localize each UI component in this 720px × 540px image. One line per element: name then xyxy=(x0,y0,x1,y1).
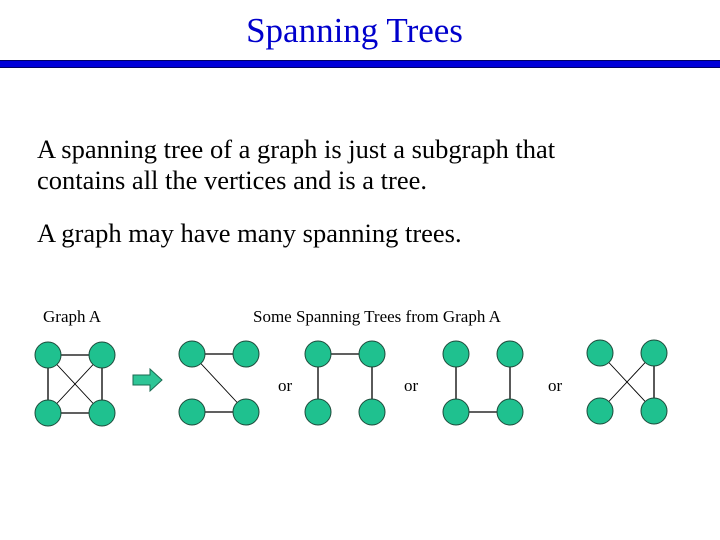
spanning-tree-3-node-top-right xyxy=(496,340,524,368)
spanning-tree-2-node-bottom-left xyxy=(304,398,332,426)
spanning-tree-2-node-bottom-right xyxy=(358,398,386,426)
graph-a-node-bottom-left xyxy=(34,399,62,427)
definition-line-1: A spanning tree of a graph is just a sub… xyxy=(37,134,556,164)
spanning-trees-label: Some Spanning Trees from Graph A xyxy=(253,307,501,326)
spanning-tree-1-node-top-right xyxy=(232,340,260,368)
slide-title: Spanning Trees xyxy=(246,11,463,50)
spanning-tree-2-node-top-left xyxy=(304,340,332,368)
graph-a-node-top-left xyxy=(34,341,62,369)
right-arrow-icon xyxy=(132,367,163,393)
spanning-tree-1-node-bottom-right xyxy=(232,398,260,426)
definition-paragraph: A spanning tree of a graph is just a sub… xyxy=(37,134,555,196)
graph-a-node-bottom-right xyxy=(88,399,116,427)
definition-line-2: contains all the vertices and is a tree. xyxy=(37,165,427,195)
spanning-tree-1-node-top-left xyxy=(178,340,206,368)
spanning-tree-3-node-bottom-left xyxy=(442,398,470,426)
title-divider xyxy=(0,60,720,68)
spanning-tree-4-node-bottom-left xyxy=(586,397,614,425)
or-separator-2: or xyxy=(404,376,419,395)
graph-a-label: Graph A xyxy=(43,307,102,326)
spanning-tree-3-node-top-left xyxy=(442,340,470,368)
graph-diagrams xyxy=(34,339,668,427)
many-trees-paragraph: A graph may have many spanning trees. xyxy=(37,218,462,248)
spanning-tree-3-node-bottom-right xyxy=(496,398,524,426)
spanning-tree-4-node-top-left xyxy=(586,339,614,367)
graph-a-node-top-right xyxy=(88,341,116,369)
or-separator-1: or xyxy=(278,376,293,395)
or-separator-3: or xyxy=(548,376,563,395)
spanning-tree-2-node-top-right xyxy=(358,340,386,368)
spanning-tree-4-node-top-right xyxy=(640,339,668,367)
spanning-tree-1-node-bottom-left xyxy=(178,398,206,426)
nodes-layer xyxy=(34,339,668,427)
spanning-tree-4-node-bottom-right xyxy=(640,397,668,425)
